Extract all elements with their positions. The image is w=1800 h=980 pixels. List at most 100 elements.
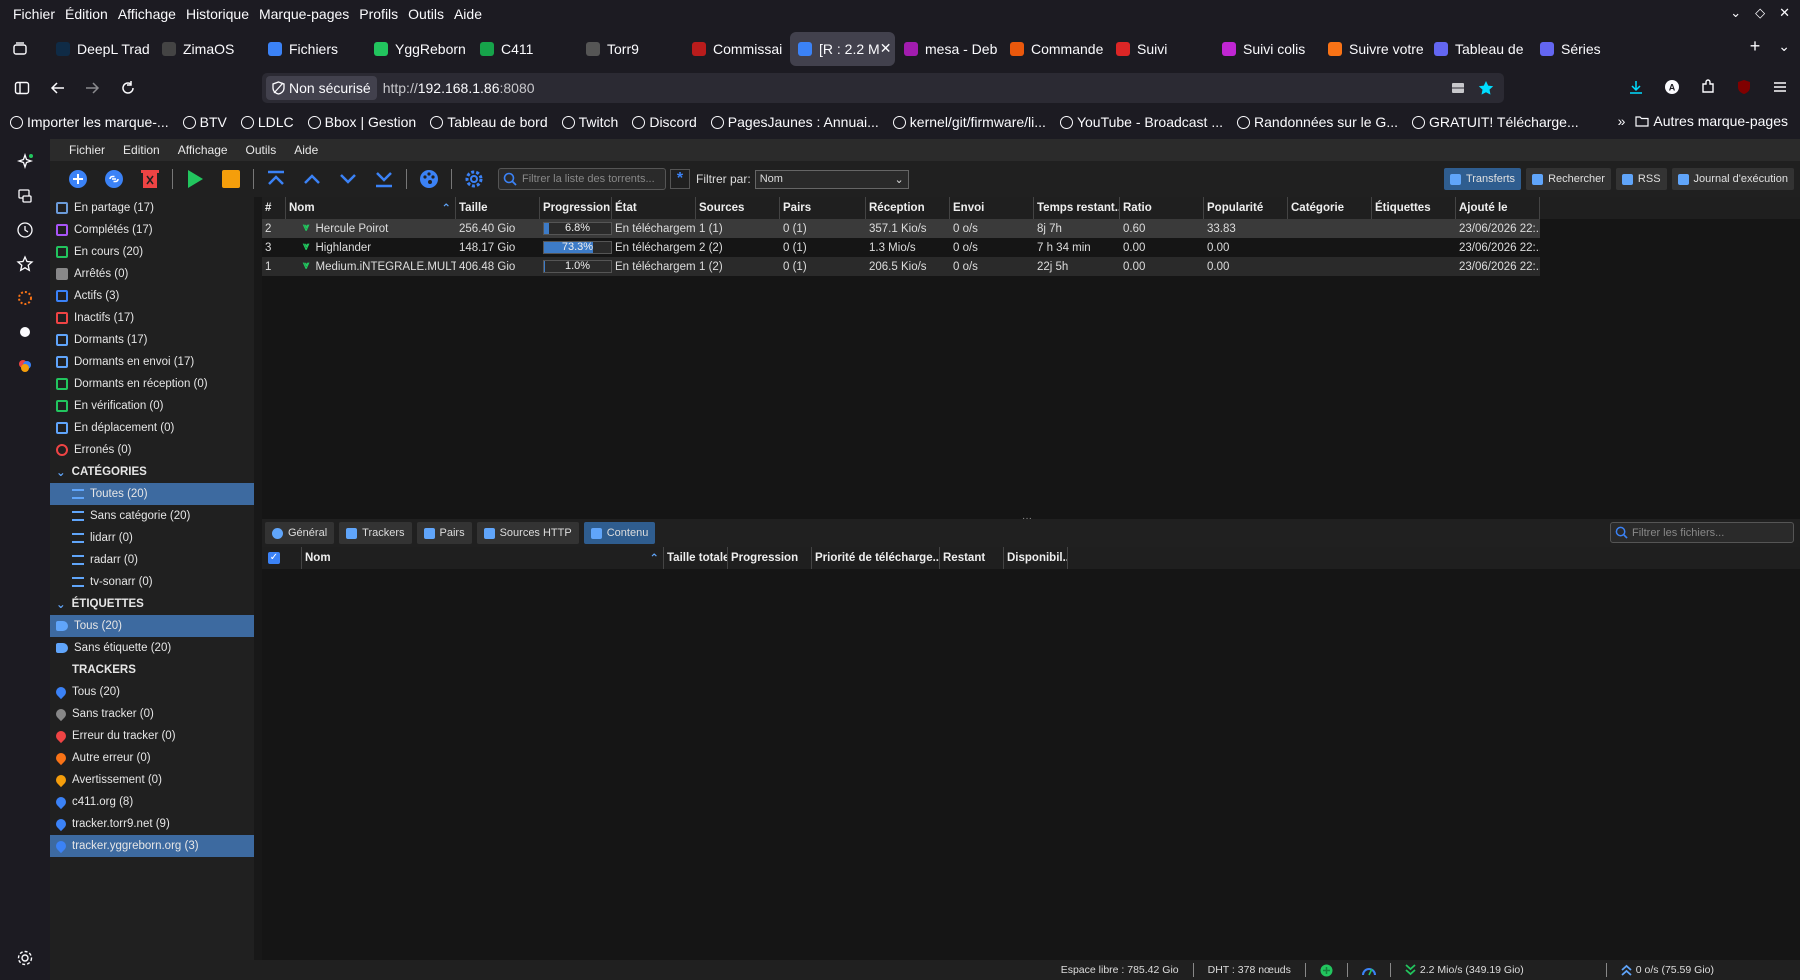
status-filter[interactable]: Arrêtés (0): [50, 263, 254, 285]
bookmark-item[interactable]: Randonnées sur le G...: [1237, 114, 1398, 130]
filter-by-select[interactable]: Nom ⌄: [754, 169, 909, 189]
select-all-checkbox[interactable]: ✓: [262, 547, 302, 569]
browser-tab[interactable]: mesa - Deb: [896, 32, 1001, 66]
tracker-item[interactable]: tracker.torr9.net (9): [50, 813, 254, 835]
table-row[interactable]: 3 ⩔ Highlander 148.17 Gio 73.3% En télécharge…: [262, 238, 1540, 257]
content-column-header[interactable]: Progression: [728, 547, 812, 569]
status-filter[interactable]: Complétés (17): [50, 219, 254, 241]
back-icon[interactable]: [50, 80, 66, 96]
status-filter[interactable]: Dormants en réception (0): [50, 373, 254, 395]
bookmarks-icon[interactable]: [16, 255, 34, 273]
ai-chat-icon[interactable]: [16, 153, 34, 171]
properties-tab[interactable]: Trackers: [339, 522, 412, 544]
categories-header[interactable]: ⌄ CATÉGORIES: [50, 461, 254, 483]
browser-menu-item[interactable]: Édition: [60, 6, 113, 22]
column-header[interactable]: Sources: [696, 197, 780, 219]
column-header[interactable]: Pairs: [780, 197, 866, 219]
main-tab[interactable]: Transferts: [1443, 168, 1522, 190]
bookmark-item[interactable]: BTV: [182, 114, 227, 130]
tracker-item[interactable]: Sans tracker (0): [50, 703, 254, 725]
delete-button[interactable]: [139, 168, 161, 190]
other-bookmarks[interactable]: Autres marque-pages: [1635, 113, 1788, 129]
content-column-header[interactable]: Priorité de télécharge...: [812, 547, 940, 569]
alt-speed-icon[interactable]: [1361, 964, 1376, 977]
status-filter[interactable]: En cours (20): [50, 241, 254, 263]
status-filter[interactable]: En vérification (0): [50, 395, 254, 417]
new-tab-icon[interactable]: +: [1750, 36, 1761, 57]
speed-limit-button[interactable]: [418, 168, 440, 190]
tracker-item[interactable]: Autre erreur (0): [50, 747, 254, 769]
content-column-header[interactable]: Taille totale: [664, 547, 728, 569]
app-menu-item[interactable]: Aide: [285, 143, 327, 157]
tracker-item[interactable]: tracker.yggreborn.org (3): [50, 835, 254, 857]
column-header[interactable]: Ratio: [1120, 197, 1204, 219]
properties-tab[interactable]: Contenu: [583, 522, 656, 544]
content-column-header[interactable]: Disponibil...: [1004, 547, 1068, 569]
app-menu-item[interactable]: Fichier: [60, 143, 114, 157]
reader-view-icon[interactable]: [1450, 80, 1466, 96]
tracker-item[interactable]: Erreur du tracker (0): [50, 725, 254, 747]
column-header[interactable]: État: [612, 197, 696, 219]
browser-menu-item[interactable]: Profils: [354, 6, 403, 22]
browser-tab[interactable]: Commande: [1002, 32, 1107, 66]
synced-tabs-icon[interactable]: [16, 187, 34, 205]
extension-sidebar-icon[interactable]: [16, 289, 34, 307]
app-menu-item[interactable]: Affichage: [169, 143, 237, 157]
ublock-icon[interactable]: [1736, 79, 1752, 95]
tags-header[interactable]: ⌄ ÉTIQUETTES: [50, 593, 254, 615]
column-header[interactable]: Envoi: [950, 197, 1034, 219]
settings-gear-icon[interactable]: [16, 949, 34, 967]
add-torrent-button[interactable]: [67, 168, 89, 190]
tracker-item[interactable]: Avertissement (0): [50, 769, 254, 791]
tab-overview-icon[interactable]: [6, 41, 34, 57]
status-filter[interactable]: Actifs (3): [50, 285, 254, 307]
properties-tab[interactable]: Général: [265, 522, 335, 544]
resume-button[interactable]: [184, 168, 206, 190]
tab-close-icon[interactable]: ✕: [880, 40, 892, 57]
bookmark-item[interactable]: YouTube - Broadcast ...: [1059, 114, 1223, 130]
browser-tab[interactable]: C411: [472, 32, 577, 66]
column-header[interactable]: Ajouté le: [1456, 197, 1540, 219]
minimize-icon[interactable]: ⌄: [1730, 5, 1741, 21]
pause-button[interactable]: [220, 168, 242, 190]
main-tab[interactable]: Rechercher: [1526, 168, 1611, 190]
connection-status-icon[interactable]: [1320, 964, 1333, 977]
tab-list-icon[interactable]: ⌄: [1778, 38, 1790, 57]
browser-tab[interactable]: DeepL Trad: [48, 32, 153, 66]
status-filter[interactable]: En partage (17): [50, 197, 254, 219]
move-up-button[interactable]: [301, 168, 323, 190]
main-tab[interactable]: RSS: [1615, 168, 1667, 190]
browser-tab[interactable]: Torr9: [578, 32, 683, 66]
status-filter[interactable]: Inactifs (17): [50, 307, 254, 329]
move-top-button[interactable]: [265, 168, 287, 190]
status-filter[interactable]: Erronés (0): [50, 439, 254, 461]
category-item[interactable]: Sans catégorie (20): [50, 505, 254, 527]
sidebar-toggle-icon[interactable]: [14, 80, 30, 96]
torrent-filter-input[interactable]: Filtrer la liste des torrents...: [498, 168, 666, 190]
column-header[interactable]: Temps restant...: [1034, 197, 1120, 219]
content-column-header[interactable]: Restant: [940, 547, 1004, 569]
column-header[interactable]: Taille: [456, 197, 540, 219]
column-header[interactable]: Nom ⌃: [286, 197, 456, 219]
bookmark-item[interactable]: PagesJaunes : Annuai...: [710, 114, 879, 130]
options-gear-button[interactable]: [463, 168, 485, 190]
browser-tab[interactable]: YggReborn: [366, 32, 471, 66]
properties-tab[interactable]: Pairs: [416, 522, 472, 544]
move-down-button[interactable]: [337, 168, 359, 190]
reload-icon[interactable]: [120, 80, 136, 96]
bookmark-item[interactable]: Twitch: [561, 114, 618, 130]
app-menu-icon[interactable]: [1772, 79, 1788, 95]
tracker-item[interactable]: Tous (20): [50, 681, 254, 703]
extensions-icon[interactable]: [1700, 79, 1716, 95]
more-bookmarks-icon[interactable]: »: [1618, 113, 1626, 129]
browser-menu-item[interactable]: Outils: [403, 6, 449, 22]
browser-tab[interactable]: Suivi: [1108, 32, 1213, 66]
content-column-header[interactable]: Nom ⌃: [302, 547, 664, 569]
tag-item[interactable]: Tous (20): [50, 615, 254, 637]
chat-bubble-icon[interactable]: [16, 323, 34, 341]
browser-menu-item[interactable]: Historique: [181, 6, 254, 22]
add-link-button[interactable]: [103, 168, 125, 190]
browser-menu-item[interactable]: Marque-pages: [254, 6, 354, 22]
bookmark-item[interactable]: GRATUIT! Télécharge...: [1412, 114, 1579, 130]
browser-menu-item[interactable]: Fichier: [8, 6, 60, 22]
